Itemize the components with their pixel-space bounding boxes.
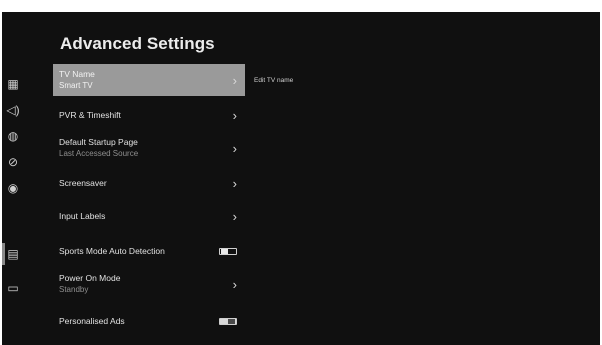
chevron-right-icon: › bbox=[232, 276, 237, 292]
sports-mode-toggle[interactable] bbox=[219, 247, 237, 255]
personalised-ads-toggle[interactable] bbox=[219, 317, 237, 325]
detail-hint: Edit TV name bbox=[254, 77, 294, 84]
menu-item-label: Sports Mode Auto Detection bbox=[59, 245, 165, 256]
picture-settings-icon[interactable]: ▦ bbox=[6, 77, 20, 91]
chevron-right-icon: › bbox=[232, 72, 237, 88]
support-icon[interactable]: ▭ bbox=[6, 281, 20, 295]
toggle-knob bbox=[228, 318, 235, 324]
menu-item-label: Power On Mode bbox=[59, 273, 121, 283]
menu-item-label: Screensaver bbox=[59, 177, 107, 188]
toggle-knob bbox=[221, 248, 228, 254]
menu-item-input-labels[interactable]: Input Labels › bbox=[53, 205, 245, 227]
accessibility-icon[interactable]: ◉ bbox=[6, 181, 20, 195]
menu-item-screensaver[interactable]: Screensaver › bbox=[53, 172, 245, 194]
chevron-right-icon: › bbox=[232, 208, 237, 224]
menu-item-label: Input Labels bbox=[59, 210, 106, 221]
menu-item-sports-mode-auto-detection[interactable]: Sports Mode Auto Detection bbox=[53, 240, 245, 262]
menu-item-tv-name[interactable]: TV Name Smart TV › bbox=[53, 64, 245, 96]
sound-icon[interactable]: ◁) bbox=[6, 103, 20, 117]
menu-item-personalised-ads[interactable]: Personalised Ads bbox=[53, 310, 245, 332]
menu-item-label: Default Startup Page bbox=[59, 137, 138, 147]
active-category-indicator bbox=[2, 243, 5, 265]
menu-item-default-startup-page[interactable]: Default Startup Page Last Accessed Sourc… bbox=[53, 132, 245, 164]
menu-item-value: Smart TV bbox=[59, 81, 93, 90]
menu-item-label: Personalised Ads bbox=[59, 315, 125, 326]
menu-item-value: Last Accessed Source bbox=[59, 149, 139, 158]
page-title: Advanced Settings bbox=[60, 34, 215, 53]
menu-item-value: Standby bbox=[59, 285, 89, 294]
chevron-right-icon: › bbox=[232, 107, 237, 123]
tv-settings-panel: Advanced Settings ▦ ◁) ◍ ⊘ ◉ ▤ ▭ TV Name… bbox=[2, 12, 600, 345]
restrictions-icon[interactable]: ⊘ bbox=[6, 155, 20, 169]
chevron-right-icon: › bbox=[232, 140, 237, 156]
system-icon[interactable]: ▤ bbox=[6, 247, 20, 261]
chevron-right-icon: › bbox=[232, 175, 237, 191]
menu-item-pvr-timeshift[interactable]: PVR & Timeshift › bbox=[53, 104, 245, 126]
menu-item-power-on-mode[interactable]: Power On Mode Standby › bbox=[53, 268, 245, 300]
screen: Advanced Settings ▦ ◁) ◍ ⊘ ◉ ▤ ▭ TV Name… bbox=[0, 0, 602, 345]
menu-item-label: PVR & Timeshift bbox=[59, 109, 121, 120]
menu-item-label: TV Name bbox=[59, 69, 95, 79]
network-globe-icon[interactable]: ◍ bbox=[6, 129, 20, 143]
